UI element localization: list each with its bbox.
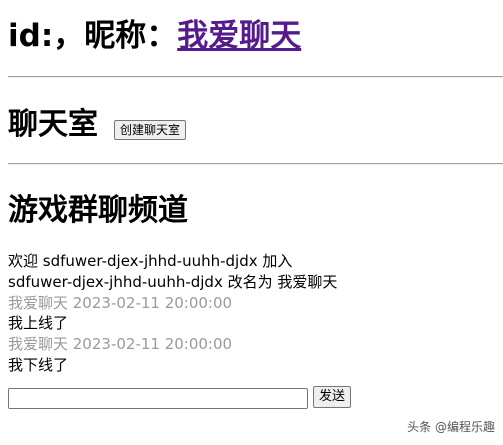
send-button[interactable]: 发送 <box>313 386 352 408</box>
nickname-label: 昵称： <box>84 18 178 54</box>
message-input[interactable] <box>8 388 308 409</box>
system-message: 欢迎 sdfuwer-djex-jhhd-uuhh-djdx 加入 <box>8 252 293 270</box>
id-label: id:， <box>8 18 85 54</box>
nickname-link[interactable]: 我爱聊天 <box>177 18 301 54</box>
divider <box>8 163 503 165</box>
message-meta: 我爱聊天 2023-02-11 20:00:00 <box>8 293 233 312</box>
chat-page: id:，昵称：我爱聊天 聊天室 创建聊天室 游戏群聊频道 欢迎 sdfuwer-… <box>0 0 503 445</box>
create-chatroom-button[interactable]: 创建聊天室 <box>114 120 187 140</box>
message-meta: 我爱聊天 2023-02-11 20:00:00 <box>8 335 233 354</box>
user-header: id:，昵称：我爱聊天 <box>8 16 301 56</box>
message-list: 欢迎 sdfuwer-djex-jhhd-uuhh-djdx 加入 sdfuwe… <box>8 251 337 376</box>
divider <box>8 76 503 78</box>
watermark: 头条 @编程乐趣 <box>407 420 495 434</box>
message-text: 我上线了 <box>8 314 69 333</box>
system-message: sdfuwer-djex-jhhd-uuhh-djdx 改名为 我爱聊天 <box>8 272 338 291</box>
chatroom-title: 聊天室 <box>8 107 98 142</box>
channel-title: 游戏群聊频道 <box>8 193 188 228</box>
message-text: 我下线了 <box>8 355 69 374</box>
